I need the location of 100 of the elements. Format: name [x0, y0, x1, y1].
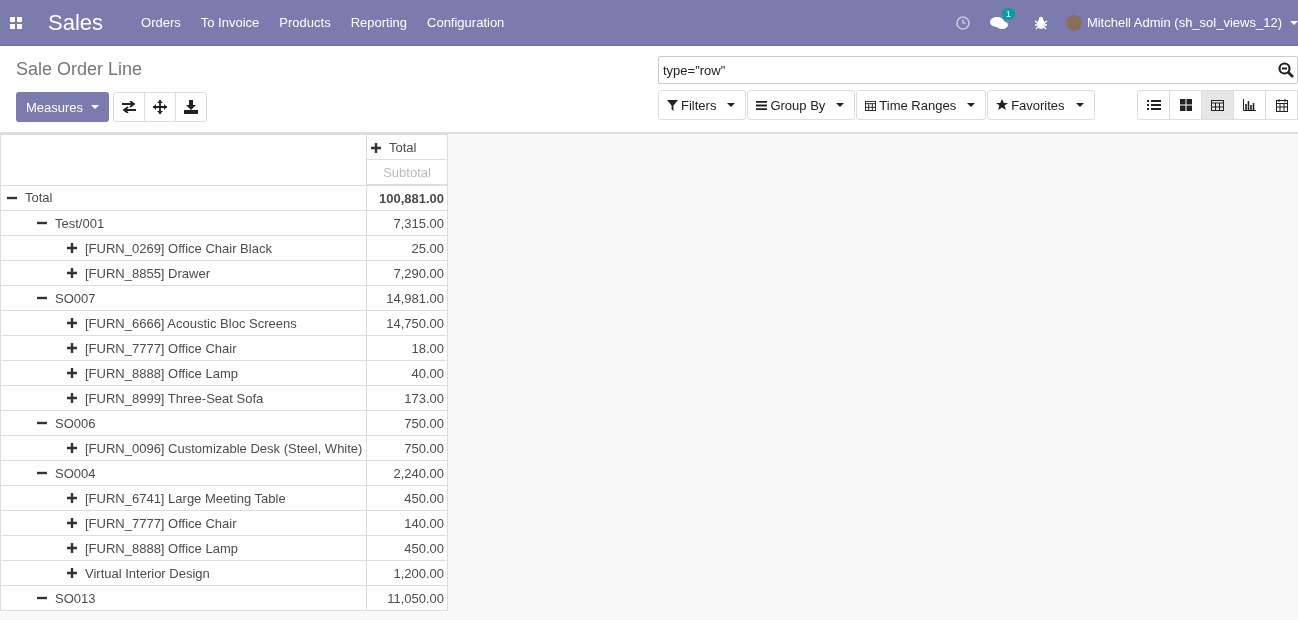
menu-lines-icon [756, 99, 768, 111]
download-icon [184, 100, 199, 114]
bar-chart-icon [1243, 99, 1256, 111]
value-cell: 11,050.00 [366, 585, 448, 611]
row-label: [FURN_0096] Customizable Desk (Steel, White) [85, 440, 363, 456]
menu-item[interactable]: Reporting [340, 15, 417, 30]
search-option-button[interactable]: Time Ranges [856, 90, 987, 120]
message-count-badge: 1 [1001, 7, 1015, 20]
value-cell: 40.00 [366, 360, 448, 386]
view-switch-button[interactable] [1265, 90, 1298, 120]
page-title: Sale Order Line [16, 59, 144, 80]
row-header[interactable]: [FURN_8888] Office Lamp [0, 360, 367, 386]
row-label: [FURN_6666] Acoustic Bloc Screens [85, 315, 297, 331]
menu-item[interactable]: Configuration [417, 15, 515, 30]
expand-icon[interactable] [67, 543, 77, 553]
menu-item[interactable]: Products [269, 15, 341, 30]
expand-icon[interactable] [67, 318, 77, 328]
row-header[interactable]: [FURN_8999] Three-Seat Sofa [0, 385, 367, 411]
user-avatar [1065, 14, 1082, 31]
value-cell: 750.00 [366, 435, 448, 461]
menu-item[interactable]: Orders [131, 15, 191, 30]
column-header[interactable]: Total [366, 134, 448, 160]
row-label: SO004 [55, 465, 96, 481]
row-header[interactable]: [FURN_7777] Office Chair [0, 335, 367, 361]
grid-icon [1179, 99, 1192, 111]
apps-menu-icon[interactable] [10, 16, 22, 29]
row-label: SO006 [55, 415, 96, 431]
expand-icon[interactable] [67, 443, 77, 453]
view-switch-button[interactable] [1137, 90, 1170, 120]
flip-axis-button[interactable] [113, 92, 146, 122]
value-cell: 173.00 [366, 385, 448, 411]
search-icon[interactable] [1278, 62, 1294, 78]
move-arrows-icon [153, 100, 168, 114]
calendar-icon [865, 99, 877, 111]
row-header[interactable]: [FURN_7777] Office Chair [0, 510, 367, 536]
value-cell: 750.00 [366, 410, 448, 436]
row-label: Test/001 [55, 215, 105, 231]
row-header[interactable]: Test/001 [0, 210, 367, 236]
row-label: [FURN_8999] Three-Seat Sofa [85, 390, 264, 406]
row-label: [FURN_8888] Office Lamp [85, 365, 238, 381]
value-cell: 140.00 [366, 510, 448, 536]
value-cell: 7,290.00 [366, 260, 448, 286]
expand-icon[interactable] [67, 368, 77, 378]
expand-icon[interactable] [67, 343, 77, 353]
value-cell: 1,200.00 [366, 560, 448, 586]
expand-icon[interactable] [67, 393, 77, 403]
search-option-button[interactable]: Filters [658, 90, 747, 120]
row-label: [FURN_7777] Office Chair [85, 340, 237, 356]
row-header[interactable]: Total [0, 185, 367, 211]
row-label: Virtual Interior Design [85, 565, 210, 581]
row-label: [FURN_6741] Large Meeting Table [85, 490, 286, 506]
value-cell: 18.00 [366, 335, 448, 361]
expand-icon[interactable] [67, 518, 77, 528]
chat-icon[interactable] [989, 15, 1008, 30]
row-label: [FURN_8888] Office Lamp [85, 540, 238, 556]
view-switch-button[interactable] [1233, 90, 1266, 120]
search-option-button[interactable]: Favorites [987, 90, 1095, 120]
value-cell: 100,881.00 [366, 185, 448, 211]
row-label: Total [25, 190, 53, 206]
row-label: SO007 [55, 290, 96, 306]
row-header[interactable]: SO006 [0, 410, 367, 436]
row-header[interactable]: [FURN_8888] Office Lamp [0, 535, 367, 561]
menu-item[interactable]: To Invoice [190, 15, 270, 30]
row-header[interactable]: [FURN_6741] Large Meeting Table [0, 485, 367, 511]
row-header[interactable]: [FURN_0096] Customizable Desk (Steel, White) [0, 435, 367, 461]
value-cell: 25.00 [366, 235, 448, 261]
row-header[interactable]: SO013 [0, 585, 367, 611]
row-header[interactable]: [FURN_8855] Drawer [0, 260, 367, 286]
expand-icon[interactable] [371, 142, 381, 153]
value-cell: 14,981.00 [366, 285, 448, 311]
expand-all-button[interactable] [144, 92, 177, 122]
value-cell: 14,750.00 [366, 310, 448, 336]
expand-icon[interactable] [67, 243, 77, 253]
search-option-button[interactable]: Group By [747, 90, 856, 120]
expand-icon[interactable] [67, 268, 77, 278]
filter-icon [667, 99, 678, 111]
row-header[interactable]: [FURN_0269] Office Chair Black [0, 235, 367, 261]
user-menu[interactable]: Mitchell Admin (sh_sol_views_12) [1086, 15, 1298, 30]
row-label: [FURN_8855] Drawer [85, 265, 210, 281]
app-name[interactable]: Sales [48, 9, 104, 36]
measure-header: Subtotal [366, 159, 448, 185]
list-icon [1146, 99, 1161, 111]
expand-icon[interactable] [67, 493, 77, 503]
column-header-label: Total [389, 139, 417, 155]
value-cell: 450.00 [366, 535, 448, 561]
search-field[interactable]: type="row" [658, 56, 1298, 84]
view-switch-button[interactable] [1169, 90, 1202, 120]
row-header[interactable]: SO004 [0, 460, 367, 486]
star-icon [996, 99, 1009, 111]
measures-button[interactable]: Measures [16, 92, 110, 122]
view-switch-button[interactable] [1201, 90, 1234, 120]
value-cell: 7,315.00 [366, 210, 448, 236]
table-icon [1211, 99, 1224, 111]
row-header[interactable]: [FURN_6666] Acoustic Bloc Screens [0, 310, 367, 336]
bug-icon[interactable] [1033, 15, 1048, 30]
expand-icon[interactable] [67, 568, 77, 578]
row-header[interactable]: SO007 [0, 285, 367, 311]
row-header[interactable]: Virtual Interior Design [0, 560, 367, 586]
row-label: [FURN_0269] Office Chair Black [85, 240, 272, 256]
download-button[interactable] [175, 92, 208, 122]
